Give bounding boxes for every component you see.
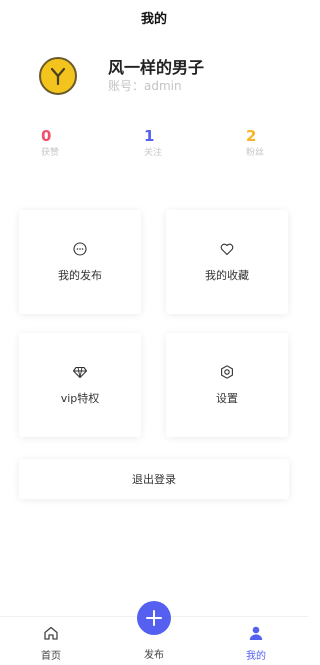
- menu-my-posts-label: 我的发布: [58, 269, 102, 282]
- menu-my-favorites[interactable]: 我的收藏: [166, 210, 288, 314]
- tab-publish-label: 发布: [144, 650, 164, 661]
- stat-following-label: 关注: [144, 148, 163, 158]
- stat-likes[interactable]: 0 获赞: [41, 128, 101, 158]
- menu-settings[interactable]: 设置: [166, 333, 288, 437]
- user-account: 账号：admin: [108, 79, 182, 93]
- stat-fans[interactable]: 2 粉丝: [246, 128, 306, 158]
- avatar[interactable]: [39, 57, 77, 95]
- stat-fans-value: 2: [246, 127, 257, 145]
- tab-home-label: 首页: [41, 651, 61, 662]
- page-title: 我的: [140, 12, 167, 27]
- stat-following[interactable]: 1 关注: [144, 128, 204, 158]
- plus-icon: [146, 610, 162, 626]
- settings-icon: [221, 365, 233, 379]
- tab-mine-label: 我的: [246, 651, 266, 662]
- menu-my-posts[interactable]: 我的发布: [19, 210, 141, 314]
- user-name: 风一样的男子: [108, 58, 205, 77]
- stat-likes-value: 0: [41, 127, 52, 145]
- diamond-icon: [72, 366, 88, 379]
- avatar-logo-icon: [50, 67, 66, 86]
- menu-vip[interactable]: vip特权: [19, 333, 141, 437]
- stat-fans-label: 粉丝: [246, 148, 265, 158]
- logout-button[interactable]: 退出登录: [19, 459, 289, 499]
- home-icon: [44, 626, 58, 640]
- stat-likes-label: 获赞: [41, 148, 60, 158]
- stat-following-value: 1: [144, 127, 155, 145]
- menu-settings-label: 设置: [216, 392, 238, 405]
- menu-vip-label: vip特权: [60, 392, 100, 405]
- comment-icon: [73, 242, 87, 256]
- user-icon: [249, 626, 263, 640]
- menu-my-favorites-label: 我的收藏: [205, 269, 249, 282]
- publish-button[interactable]: [137, 601, 171, 635]
- heart-icon: [220, 243, 234, 256]
